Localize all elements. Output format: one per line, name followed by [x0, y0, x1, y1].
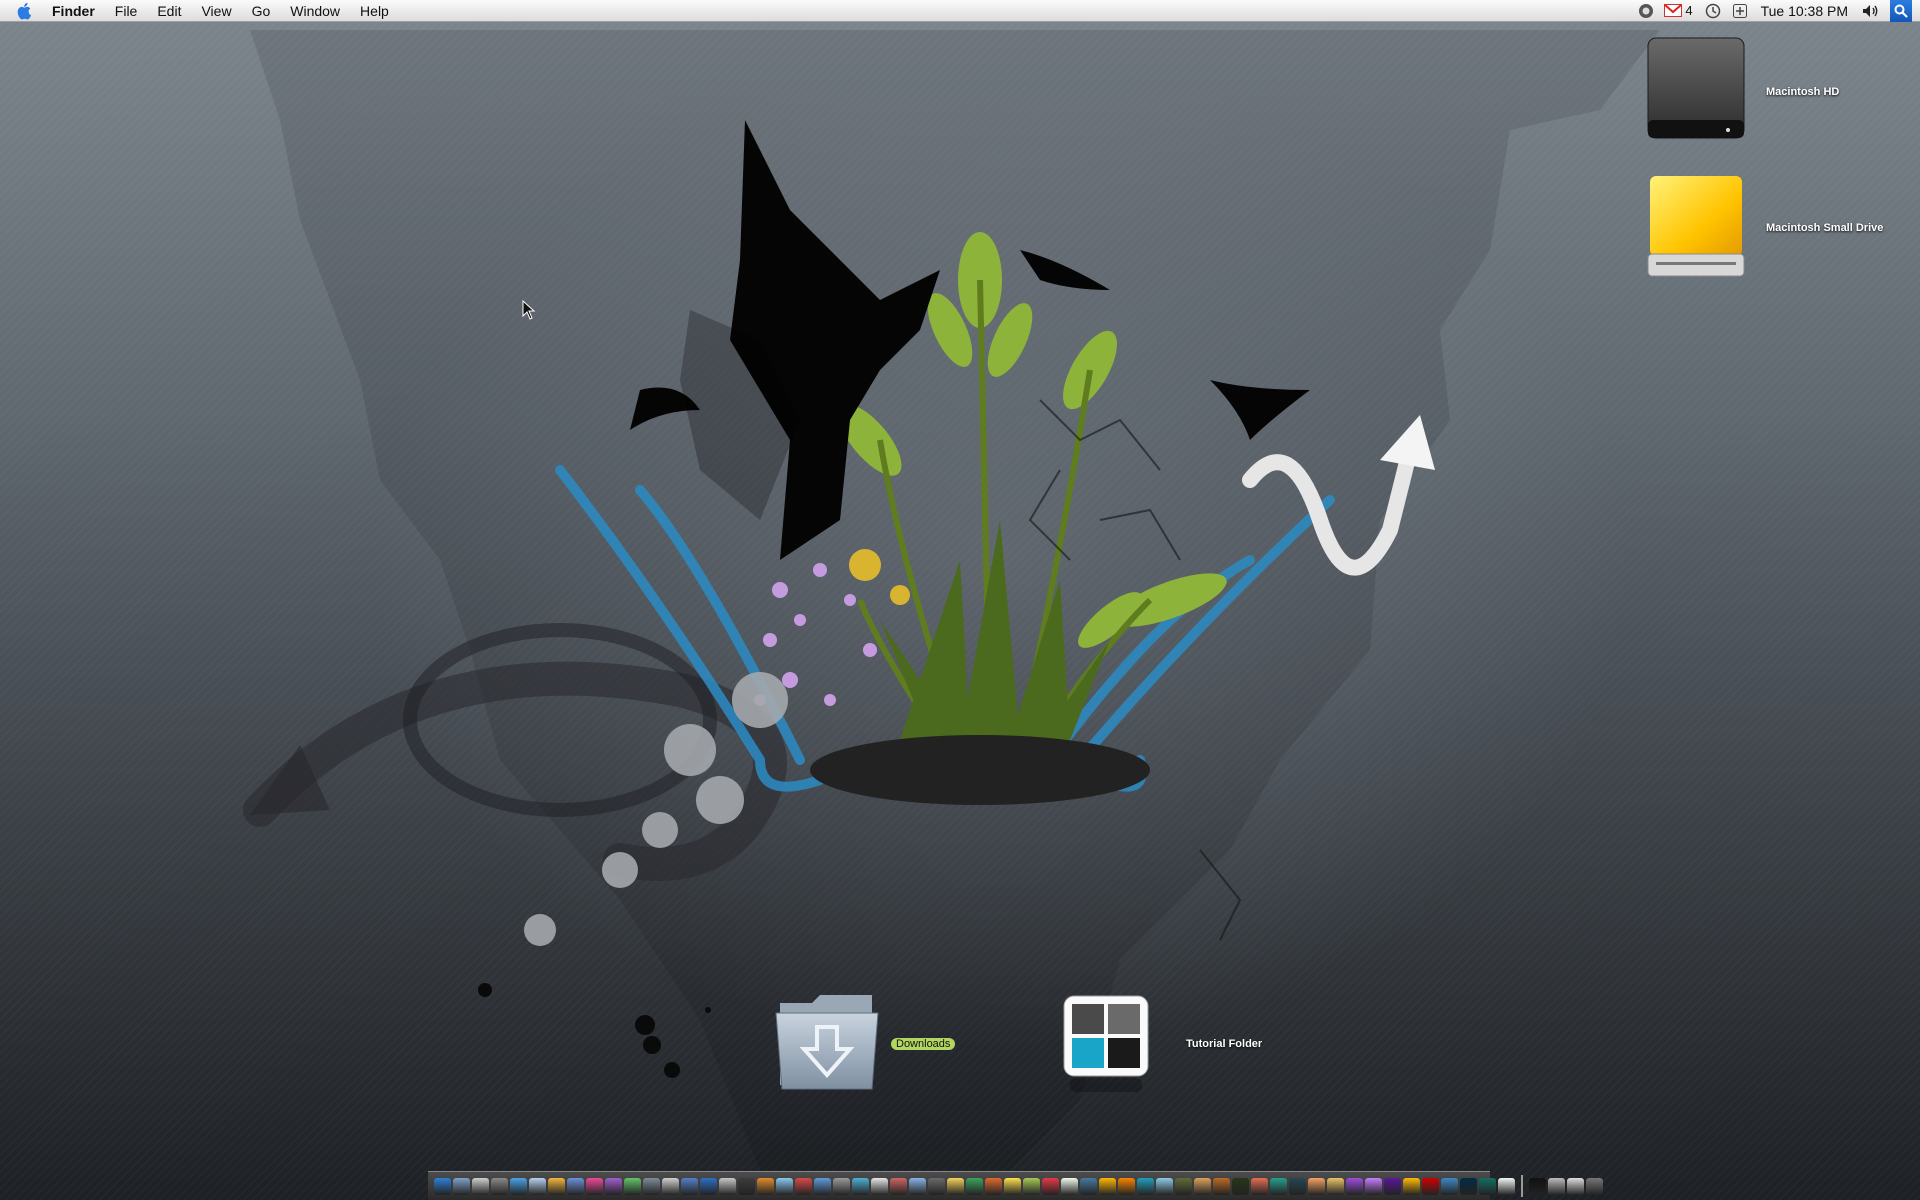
menu-go[interactable]: Go: [242, 0, 281, 22]
dock-app-icon[interactable]: [928, 1177, 945, 1195]
dock-app-icon[interactable]: [947, 1177, 964, 1195]
dock-app-icon[interactable]: [434, 1177, 451, 1195]
menu-file[interactable]: File: [105, 0, 148, 22]
dock-app-icon[interactable]: [1175, 1177, 1192, 1195]
dock-app-icon[interactable]: [1004, 1177, 1021, 1195]
dock-app-icon[interactable]: [1061, 1177, 1078, 1195]
downloads-folder-icon: [775, 995, 879, 1090]
dock-app-icon[interactable]: [586, 1177, 603, 1195]
menu-extras: 4 Tue 10:38 PM: [1638, 0, 1920, 22]
dock-app-icon[interactable]: [624, 1177, 641, 1195]
grab-icon[interactable]: [1638, 3, 1654, 19]
drive-macintosh-hd[interactable]: [1644, 36, 1748, 149]
dock-app-icon[interactable]: [1403, 1177, 1420, 1195]
tutorial-folder-label[interactable]: Tutorial Folder: [1186, 1038, 1262, 1050]
add-icon[interactable]: [1732, 3, 1747, 18]
spotlight-icon: [1894, 4, 1908, 18]
dock-app-icon[interactable]: [871, 1177, 888, 1195]
dock-app-icon[interactable]: [453, 1177, 470, 1195]
dock-app-icon[interactable]: [1080, 1177, 1097, 1195]
dock-app-icon[interactable]: [1194, 1177, 1211, 1195]
dock-app-icon[interactable]: [1346, 1177, 1363, 1195]
dock-app-icon[interactable]: [1118, 1177, 1135, 1195]
dock-app-icon[interactable]: [1099, 1177, 1116, 1195]
dock-separator: [1521, 1175, 1523, 1197]
dock-app-icon[interactable]: [567, 1177, 584, 1195]
dock-app-icon[interactable]: [681, 1177, 698, 1195]
downloads-folder-label[interactable]: Downloads: [891, 1038, 956, 1050]
dock-app-icon[interactable]: [1251, 1177, 1268, 1195]
dock-app-icon[interactable]: [643, 1177, 660, 1195]
gmail-icon: [1664, 4, 1683, 17]
dock-app-icon[interactable]: [1213, 1177, 1230, 1195]
menu-edit[interactable]: Edit: [147, 0, 191, 22]
tutorial-folder-icon: [1063, 995, 1149, 1092]
dock-app-icon[interactable]: [1289, 1177, 1306, 1195]
dock-app-icon[interactable]: [1327, 1177, 1344, 1195]
dock-app-icon[interactable]: [1422, 1177, 1439, 1195]
apple-menu[interactable]: [0, 2, 48, 20]
drive-macintosh-small-drive-label[interactable]: Macintosh Small Drive: [1766, 222, 1883, 234]
menu-help[interactable]: Help: [350, 0, 399, 22]
menu-window[interactable]: Window: [280, 0, 350, 22]
menu-app-finder[interactable]: Finder: [48, 0, 105, 22]
menu-bar: Finder File Edit View Go Window Help 4 T…: [0, 0, 1920, 22]
menubar-clock[interactable]: Tue 10:38 PM: [1757, 3, 1852, 19]
dock-app-icon[interactable]: [909, 1177, 926, 1195]
dock-app-icon[interactable]: [605, 1177, 622, 1195]
hard-drive-icon: [1647, 37, 1745, 139]
mouse-cursor-icon: [522, 300, 536, 320]
dock-app-icon[interactable]: [852, 1177, 869, 1195]
wallpaper-artwork: [243, 30, 1660, 1170]
dock-app-icon[interactable]: [1023, 1177, 1040, 1195]
dock-app-icon[interactable]: [1586, 1177, 1603, 1195]
dock-app-icon[interactable]: [1137, 1177, 1154, 1195]
dock-app-icon[interactable]: [1567, 1177, 1584, 1195]
dock-app-icon[interactable]: [738, 1177, 755, 1195]
dock-app-icon[interactable]: [491, 1177, 508, 1195]
dock-app-icon[interactable]: [1232, 1177, 1249, 1195]
dock-app-icon[interactable]: [1529, 1177, 1546, 1195]
volume-icon[interactable]: [1862, 4, 1880, 18]
dock-app-icon[interactable]: [700, 1177, 717, 1195]
drive-macintosh-hd-label[interactable]: Macintosh HD: [1766, 86, 1839, 98]
drive-macintosh-small-drive[interactable]: [1646, 174, 1746, 285]
dock-app-icon[interactable]: [472, 1177, 489, 1195]
dock-app-icon[interactable]: [1384, 1177, 1401, 1195]
menu-view[interactable]: View: [191, 0, 241, 22]
dock-app-icon[interactable]: [1460, 1177, 1477, 1195]
apple-icon: [17, 2, 31, 20]
dock-app-icon[interactable]: [548, 1177, 565, 1195]
dock-app-icon[interactable]: [966, 1177, 983, 1195]
external-drive-icon: [1647, 176, 1745, 277]
timemachine-icon[interactable]: [1703, 3, 1723, 19]
tutorial-folder[interactable]: [1060, 992, 1152, 1101]
dock-app-icon[interactable]: [833, 1177, 850, 1195]
dock-app-icon[interactable]: [719, 1177, 736, 1195]
dock-app-icon[interactable]: [776, 1177, 793, 1195]
dock-app-icon[interactable]: [757, 1177, 774, 1195]
dock-app-icon[interactable]: [1156, 1177, 1173, 1195]
dock-app-icon[interactable]: [1270, 1177, 1287, 1195]
gmail-unread-count: 4: [1685, 3, 1693, 18]
downloads-folder[interactable]: [772, 985, 884, 1102]
dock-app-icon[interactable]: [814, 1177, 831, 1195]
dock-app-icon[interactable]: [529, 1177, 546, 1195]
dock-app-icon[interactable]: [985, 1177, 1002, 1195]
dock-app-icon[interactable]: [1479, 1177, 1496, 1195]
dock-app-icon[interactable]: [1548, 1177, 1565, 1195]
dock-app-icon[interactable]: [795, 1177, 812, 1195]
gmail-notifier[interactable]: 4: [1664, 3, 1693, 18]
dock-app-icon[interactable]: [1441, 1177, 1458, 1195]
dock-app-icon[interactable]: [1308, 1177, 1325, 1195]
dock: [428, 1171, 1603, 1200]
spotlight-button[interactable]: [1890, 0, 1912, 22]
dock-app-icon[interactable]: [890, 1177, 907, 1195]
dock-app-icon[interactable]: [510, 1177, 527, 1195]
dock-app-icon[interactable]: [1498, 1177, 1515, 1195]
dock-app-icon[interactable]: [1042, 1177, 1059, 1195]
dock-app-icon[interactable]: [662, 1177, 679, 1195]
dock-app-icon[interactable]: [1365, 1177, 1382, 1195]
